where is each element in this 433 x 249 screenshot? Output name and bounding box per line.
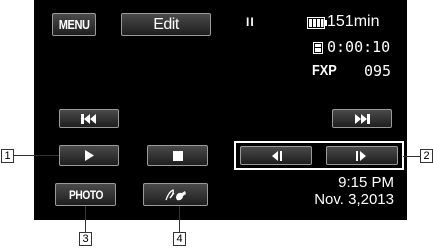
- photo-button-label: PHOTO: [68, 187, 103, 202]
- pause-indicator: II: [246, 15, 255, 29]
- frame-back-button[interactable]: [240, 146, 312, 165]
- callout-3: 3: [79, 232, 92, 246]
- clock-date: Nov. 3,2013: [314, 191, 394, 208]
- decoration-pen-icon: [164, 188, 187, 202]
- recording-mode: FXP: [312, 62, 337, 79]
- battery-remaining-time: 151min: [327, 13, 380, 30]
- play-icon: [84, 150, 94, 161]
- skip-to-start-icon: [81, 113, 97, 124]
- photo-button[interactable]: PHOTO: [55, 183, 116, 206]
- frame-forward-icon: [356, 150, 368, 161]
- frame-back-icon: [270, 150, 282, 161]
- frame-step-group: [234, 141, 404, 170]
- timecode: 0:00:10: [327, 38, 391, 56]
- callout-1: 1: [1, 149, 14, 163]
- skip-forward-button[interactable]: [332, 109, 392, 128]
- frame-forward-button[interactable]: [326, 146, 398, 165]
- edit-button[interactable]: Edit: [121, 13, 211, 36]
- callout-3-leader: [85, 206, 86, 232]
- decoration-button[interactable]: [143, 183, 208, 206]
- callout-1-leader: [14, 155, 59, 156]
- edit-button-label: Edit: [153, 15, 179, 33]
- play-button[interactable]: [59, 145, 119, 166]
- scene-number: 095: [364, 62, 392, 80]
- callout-2: 2: [420, 149, 433, 163]
- callout-2-leader: [403, 156, 420, 157]
- memory-card-icon: [313, 42, 323, 54]
- skip-to-end-icon: [354, 113, 370, 124]
- camcorder-screen: MENU Edit II 151min 0:00:10 FXP 095 PHOT…: [34, 0, 407, 220]
- callout-4: 4: [173, 232, 186, 246]
- clock-time: 9:15 PM: [338, 174, 394, 191]
- battery-icon: [307, 17, 327, 29]
- menu-button-label: MENU: [58, 17, 90, 32]
- stop-icon: [172, 150, 183, 161]
- menu-button[interactable]: MENU: [52, 13, 96, 36]
- stop-button[interactable]: [147, 145, 208, 166]
- skip-back-button[interactable]: [59, 109, 119, 128]
- callout-4-leader: [179, 206, 180, 232]
